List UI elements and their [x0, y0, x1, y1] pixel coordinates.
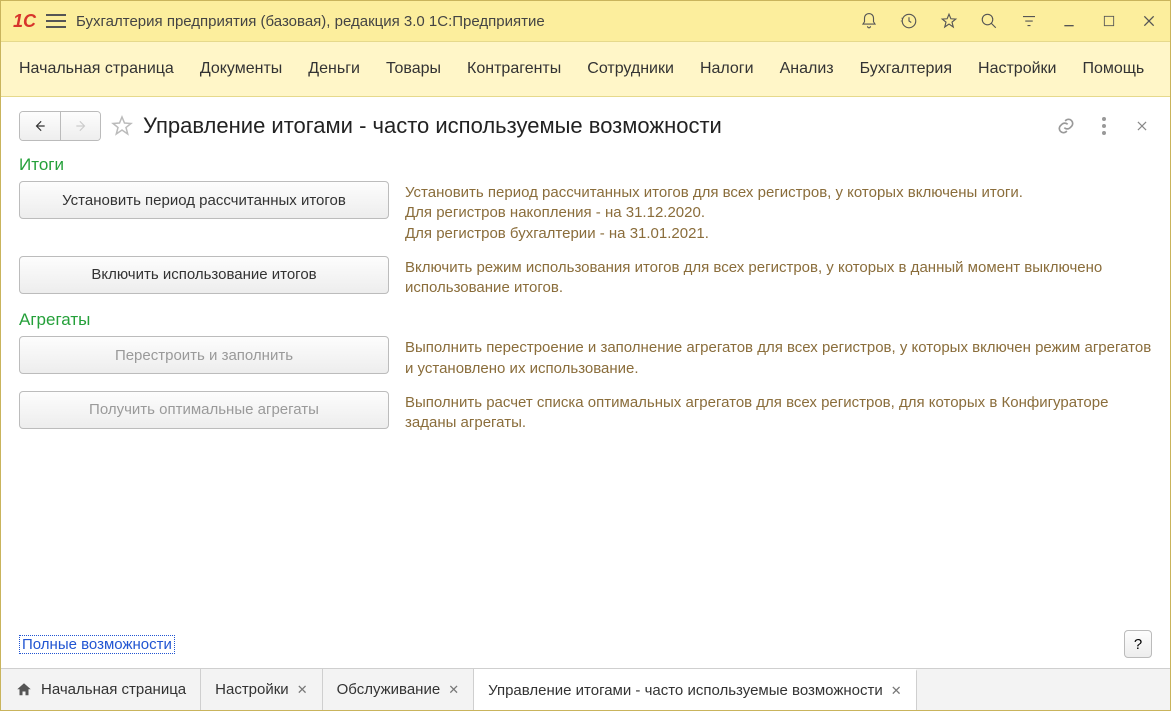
tab-maintenance[interactable]: Обслуживание ✕ — [323, 669, 474, 710]
search-icon[interactable] — [978, 10, 1000, 32]
rebuild-fill-button[interactable]: Перестроить и заполнить — [19, 336, 389, 374]
enable-totals-usage-desc: Включить режим использования итогов для … — [405, 256, 1152, 299]
forward-button[interactable] — [60, 112, 100, 140]
tab-close-icon[interactable]: ✕ — [448, 682, 459, 698]
enable-totals-usage-button[interactable]: Включить использование итогов — [19, 256, 389, 294]
rebuild-fill-desc: Выполнить перестроение и заполнение агре… — [405, 336, 1152, 379]
navbar: Начальная страница Документы Деньги Това… — [1, 41, 1170, 97]
titlebar-text: Бухгалтерия предприятия (базовая), редак… — [76, 13, 848, 30]
tab-label: Обслуживание — [337, 681, 441, 698]
menu-icon[interactable] — [46, 14, 66, 28]
tab-strip: Начальная страница Настройки ✕ Обслужива… — [1, 668, 1170, 710]
nav-item-money[interactable]: Деньги — [308, 60, 360, 78]
nav-item-goods[interactable]: Товары — [386, 60, 441, 78]
tab-settings[interactable]: Настройки ✕ — [201, 669, 322, 710]
section-title-aggregates: Агрегаты — [19, 310, 1152, 330]
section-title-totals: Итоги — [19, 155, 1152, 175]
filter-icon[interactable] — [1018, 10, 1040, 32]
set-totals-period-desc: Установить период рассчитанных итогов дл… — [405, 181, 1023, 244]
nav-item-partners[interactable]: Контрагенты — [467, 60, 561, 78]
tab-label: Управление итогами - часто используемые … — [488, 682, 883, 699]
titlebar: 1С Бухгалтерия предприятия (базовая), ре… — [1, 1, 1170, 41]
nav-item-help[interactable]: Помощь — [1082, 60, 1144, 78]
logo-1c: 1С — [13, 11, 36, 32]
maximize-icon[interactable] — [1098, 10, 1120, 32]
nav-item-analysis[interactable]: Анализ — [780, 60, 834, 78]
set-totals-period-button[interactable]: Установить период рассчитанных итогов — [19, 181, 389, 219]
favorite-star-icon[interactable] — [109, 113, 135, 139]
minimize-icon[interactable] — [1058, 10, 1080, 32]
back-button[interactable] — [20, 112, 60, 140]
get-optimal-aggregates-desc: Выполнить расчет списка оптимальных агре… — [405, 391, 1152, 434]
help-button[interactable]: ? — [1124, 630, 1152, 658]
tab-totals-management[interactable]: Управление итогами - часто используемые … — [474, 669, 917, 710]
tab-label: Начальная страница — [41, 681, 186, 698]
nav-history-buttons — [19, 111, 101, 141]
close-page-icon[interactable] — [1132, 116, 1152, 136]
tab-label: Настройки — [215, 681, 289, 698]
nav-item-documents[interactable]: Документы — [200, 60, 282, 78]
tab-close-icon[interactable]: ✕ — [297, 682, 308, 698]
nav-item-settings[interactable]: Настройки — [978, 60, 1056, 78]
tab-home[interactable]: Начальная страница — [1, 669, 201, 710]
page-title: Управление итогами - часто используемые … — [143, 113, 1048, 139]
link-icon[interactable] — [1056, 116, 1076, 136]
nav-item-start[interactable]: Начальная страница — [19, 60, 174, 78]
nav-item-accounting[interactable]: Бухгалтерия — [860, 60, 952, 78]
nav-item-taxes[interactable]: Налоги — [700, 60, 754, 78]
star-icon[interactable] — [938, 10, 960, 32]
history-icon[interactable] — [898, 10, 920, 32]
close-icon[interactable] — [1138, 10, 1160, 32]
get-optimal-aggregates-button[interactable]: Получить оптимальные агрегаты — [19, 391, 389, 429]
bell-icon[interactable] — [858, 10, 880, 32]
kebab-icon[interactable] — [1094, 116, 1114, 136]
nav-item-employees[interactable]: Сотрудники — [587, 60, 674, 78]
tab-close-icon[interactable]: ✕ — [891, 683, 902, 699]
full-features-link[interactable]: Полные возможности — [19, 635, 175, 654]
